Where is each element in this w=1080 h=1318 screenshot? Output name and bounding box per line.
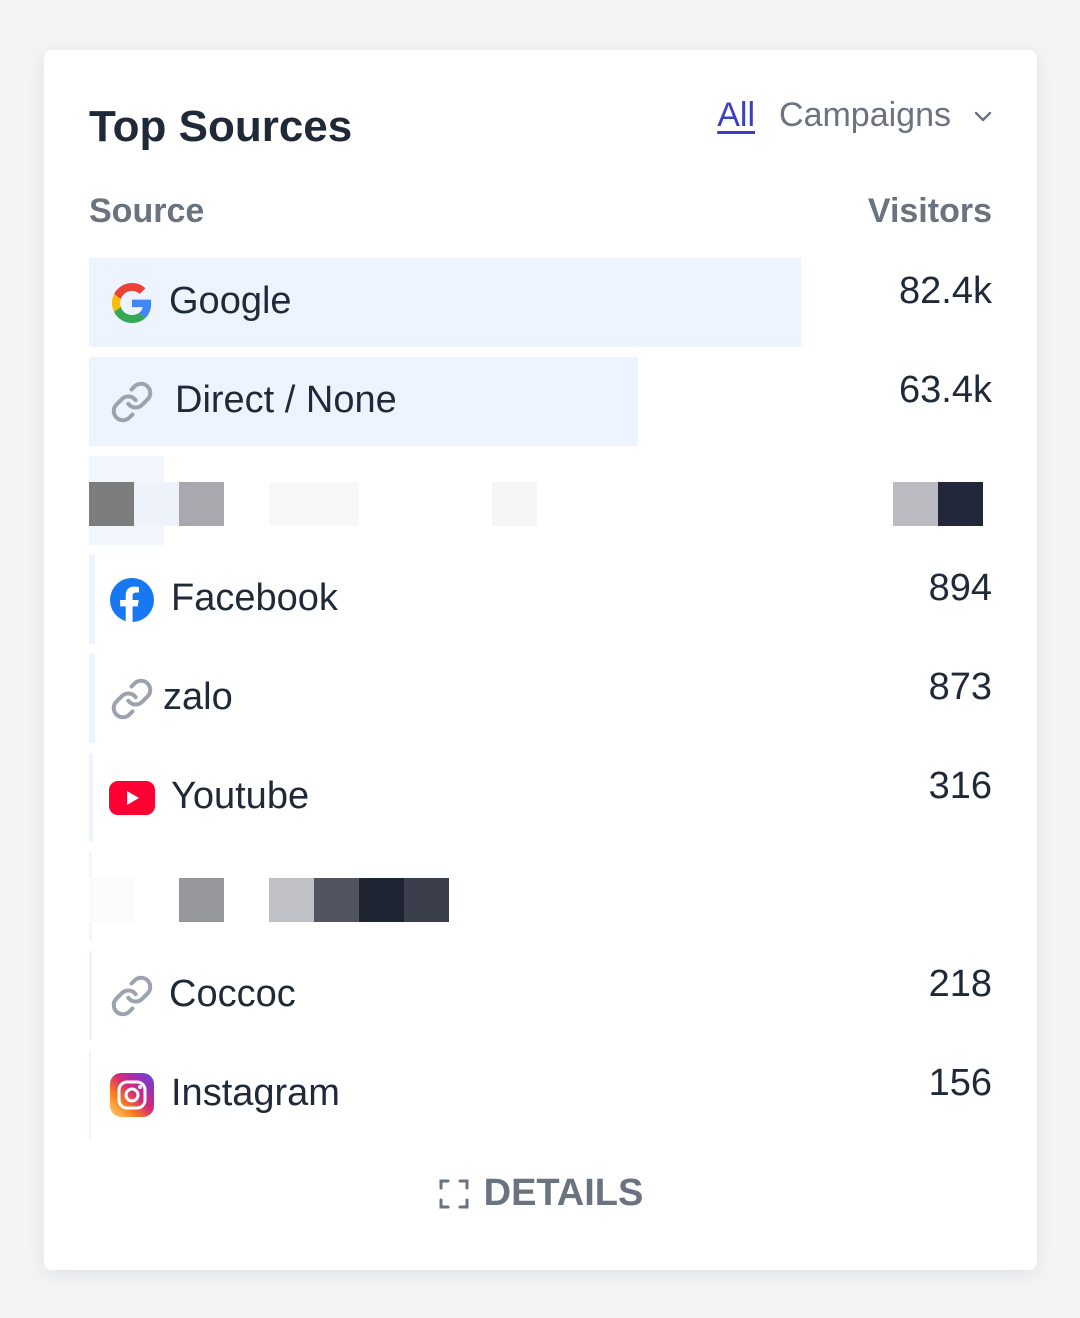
list-item[interactable]: Google 82.4k (89, 258, 992, 357)
source-label: zalo (163, 676, 233, 718)
link-icon (109, 379, 155, 425)
visitor-count: 156 (928, 1062, 992, 1104)
visitor-count: 63.4k (899, 369, 992, 411)
expand-icon (439, 1179, 469, 1208)
tab-all[interactable]: All (717, 96, 755, 135)
link-icon (109, 676, 155, 722)
source-tabs: All Campaigns (717, 96, 995, 135)
redacted-row (89, 852, 992, 951)
google-icon (109, 280, 155, 326)
visitor-count: 218 (928, 963, 992, 1005)
link-icon (109, 973, 155, 1019)
redacted-block (179, 482, 224, 526)
visitor-share-bar (89, 951, 92, 1040)
list-item[interactable]: zalo 873 (89, 654, 992, 753)
source-label: Coccoc (169, 973, 296, 1015)
source-label: Google (169, 280, 292, 322)
visitor-share-bar (89, 753, 93, 842)
redacted-block (314, 878, 359, 922)
visitor-count: 894 (928, 567, 992, 609)
redacted-block (269, 482, 359, 526)
visitor-count: 82.4k (899, 270, 992, 312)
source-label: Facebook (171, 577, 338, 619)
sources-list: Google 82.4k Direct / None 63.4k Faceboo… (89, 258, 992, 1149)
redacted-block (89, 878, 134, 922)
top-sources-card: Top Sources All Campaigns Source Visitor… (44, 50, 1037, 1270)
visitor-count: 873 (928, 666, 992, 708)
visitor-count: 316 (928, 765, 992, 807)
tab-campaigns[interactable]: Campaigns (779, 96, 951, 135)
redacted-block (269, 878, 314, 922)
redacted-block (492, 482, 537, 526)
visitor-share-bar (89, 1050, 91, 1139)
source-label: Direct / None (175, 379, 397, 421)
facebook-icon (109, 577, 155, 623)
details-button[interactable]: DETAILS (44, 1172, 1037, 1215)
chevron-down-icon[interactable] (971, 104, 995, 128)
source-label: Youtube (171, 775, 310, 817)
redacted-block (359, 878, 404, 922)
list-item[interactable]: Coccoc 218 (89, 951, 992, 1050)
redacted-block (179, 878, 224, 922)
visitor-share-bar (89, 555, 95, 644)
card-title: Top Sources (89, 102, 353, 151)
instagram-icon (109, 1072, 155, 1118)
column-header-source: Source (89, 192, 205, 230)
youtube-icon (109, 775, 155, 821)
redacted-block (938, 482, 983, 526)
redacted-row (89, 456, 992, 555)
list-item[interactable]: Youtube 316 (89, 753, 992, 852)
list-item[interactable]: Direct / None 63.4k (89, 357, 992, 456)
column-header-visitors: Visitors (867, 192, 992, 230)
visitor-share-bar (89, 654, 95, 743)
redacted-block (89, 482, 134, 526)
redacted-block (404, 878, 449, 922)
details-label: DETAILS (483, 1172, 644, 1214)
redacted-block (893, 482, 938, 526)
list-item[interactable]: Instagram 156 (89, 1050, 992, 1149)
source-label: Instagram (171, 1072, 340, 1114)
list-item[interactable]: Facebook 894 (89, 555, 992, 654)
redacted-block (134, 482, 179, 526)
